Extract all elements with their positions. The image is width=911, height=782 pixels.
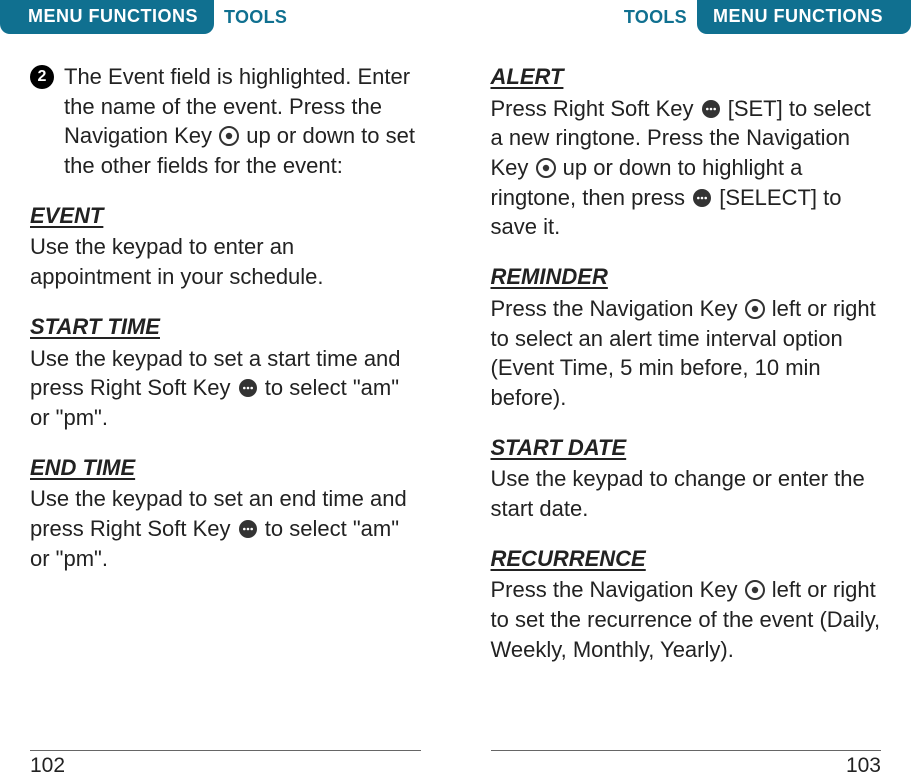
footer-right: 103 xyxy=(491,750,882,778)
page-right: TOOLS MENU FUNCTIONS ALERT Press Right S… xyxy=(456,0,911,782)
page-number-left: 102 xyxy=(30,754,421,778)
right-soft-key-icon xyxy=(701,99,721,119)
right-soft-key-icon xyxy=(692,188,712,208)
right-soft-key-icon xyxy=(238,378,258,398)
section-start-date: START DATE Use the keypad to change or e… xyxy=(491,433,882,524)
header-left: MENU FUNCTIONS TOOLS xyxy=(30,0,421,34)
navigation-key-icon xyxy=(745,299,765,319)
navigation-key-icon xyxy=(219,126,239,146)
page-spread: MENU FUNCTIONS TOOLS 2 The Event field i… xyxy=(0,0,911,782)
section-alert: ALERT Press Right Soft Key [SET] to sele… xyxy=(491,62,882,242)
section-start-date-body: Use the keypad to change or enter the st… xyxy=(491,464,882,523)
section-event-head: EVENT xyxy=(30,201,421,231)
footer-divider xyxy=(491,750,882,751)
page-left-body: 2 The Event field is highlighted. Enter … xyxy=(30,62,421,593)
reminder-body-a: Press the Navigation Key xyxy=(491,296,744,321)
section-start-time-body: Use the keypad to set a start time and p… xyxy=(30,344,421,433)
footer-divider xyxy=(30,750,421,751)
section-reminder: REMINDER Press the Navigation Key left o… xyxy=(491,262,882,412)
section-event: EVENT Use the keypad to enter an appoint… xyxy=(30,201,421,292)
section-reminder-body: Press the Navigation Key left or right t… xyxy=(491,294,882,413)
section-reminder-head: REMINDER xyxy=(491,262,882,292)
section-end-time: END TIME Use the keypad to set an end ti… xyxy=(30,453,421,574)
step-number-badge: 2 xyxy=(30,65,54,89)
step-2: 2 The Event field is highlighted. Enter … xyxy=(30,62,421,181)
header-pill-menu-functions: MENU FUNCTIONS xyxy=(697,0,911,34)
alert-body-a: Press Right Soft Key xyxy=(491,96,700,121)
navigation-key-icon xyxy=(536,158,556,178)
section-alert-body: Press Right Soft Key [SET] to select a n… xyxy=(491,94,882,242)
section-event-body: Use the keypad to enter an appointment i… xyxy=(30,232,421,291)
section-end-time-head: END TIME xyxy=(30,453,421,483)
section-recurrence: RECURRENCE Press the Navigation Key left… xyxy=(491,544,882,665)
step-2-text: The Event field is highlighted. Enter th… xyxy=(64,62,421,181)
header-pill-menu-functions: MENU FUNCTIONS xyxy=(0,0,214,34)
section-recurrence-body: Press the Navigation Key left or right t… xyxy=(491,575,882,664)
header-section-tools: TOOLS xyxy=(624,7,687,28)
section-end-time-body: Use the keypad to set an end time and pr… xyxy=(30,484,421,573)
header-section-tools: TOOLS xyxy=(224,7,287,28)
section-start-time-head: START TIME xyxy=(30,312,421,342)
recurrence-body-a: Press the Navigation Key xyxy=(491,577,744,602)
section-start-time: START TIME Use the keypad to set a start… xyxy=(30,312,421,433)
section-recurrence-head: RECURRENCE xyxy=(491,544,882,574)
navigation-key-icon xyxy=(745,580,765,600)
header-right: TOOLS MENU FUNCTIONS xyxy=(491,0,882,34)
page-left: MENU FUNCTIONS TOOLS 2 The Event field i… xyxy=(0,0,456,782)
page-right-body: ALERT Press Right Soft Key [SET] to sele… xyxy=(491,62,882,684)
page-number-right: 103 xyxy=(491,754,882,778)
section-start-date-head: START DATE xyxy=(491,433,882,463)
section-alert-head: ALERT xyxy=(491,62,882,92)
right-soft-key-icon xyxy=(238,519,258,539)
footer-left: 102 xyxy=(30,750,421,778)
